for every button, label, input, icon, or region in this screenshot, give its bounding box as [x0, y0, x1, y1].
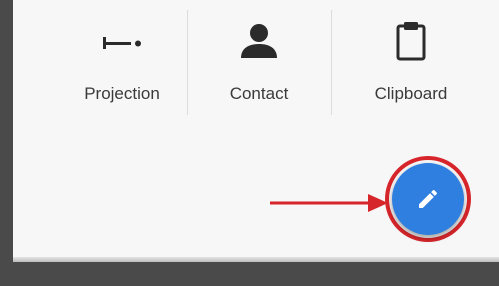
projection-action[interactable]: Projection: [61, 0, 183, 120]
contact-action[interactable]: Contact: [195, 0, 323, 120]
device-frame-left: [0, 0, 13, 286]
clipboard-label: Clipboard: [374, 84, 448, 103]
edit-fab-button[interactable]: [392, 163, 464, 235]
contact-label: Contact: [229, 84, 289, 103]
contact-icon: [241, 24, 277, 58]
clipboard-action[interactable]: Clipboard: [341, 0, 481, 120]
pencil-edit-icon: [419, 189, 437, 208]
divider: [331, 10, 332, 115]
projection-label: Projection: [84, 84, 160, 103]
device-frame-bottom: [0, 262, 499, 286]
divider: [187, 10, 188, 115]
screenshot: Projection Contact Clipboard: [0, 0, 499, 286]
action-row: Projection Contact Clipboard: [13, 0, 499, 125]
clipboard-icon: [396, 22, 426, 61]
annotation-arrow: [270, 194, 388, 212]
projection-icon: [103, 37, 141, 49]
